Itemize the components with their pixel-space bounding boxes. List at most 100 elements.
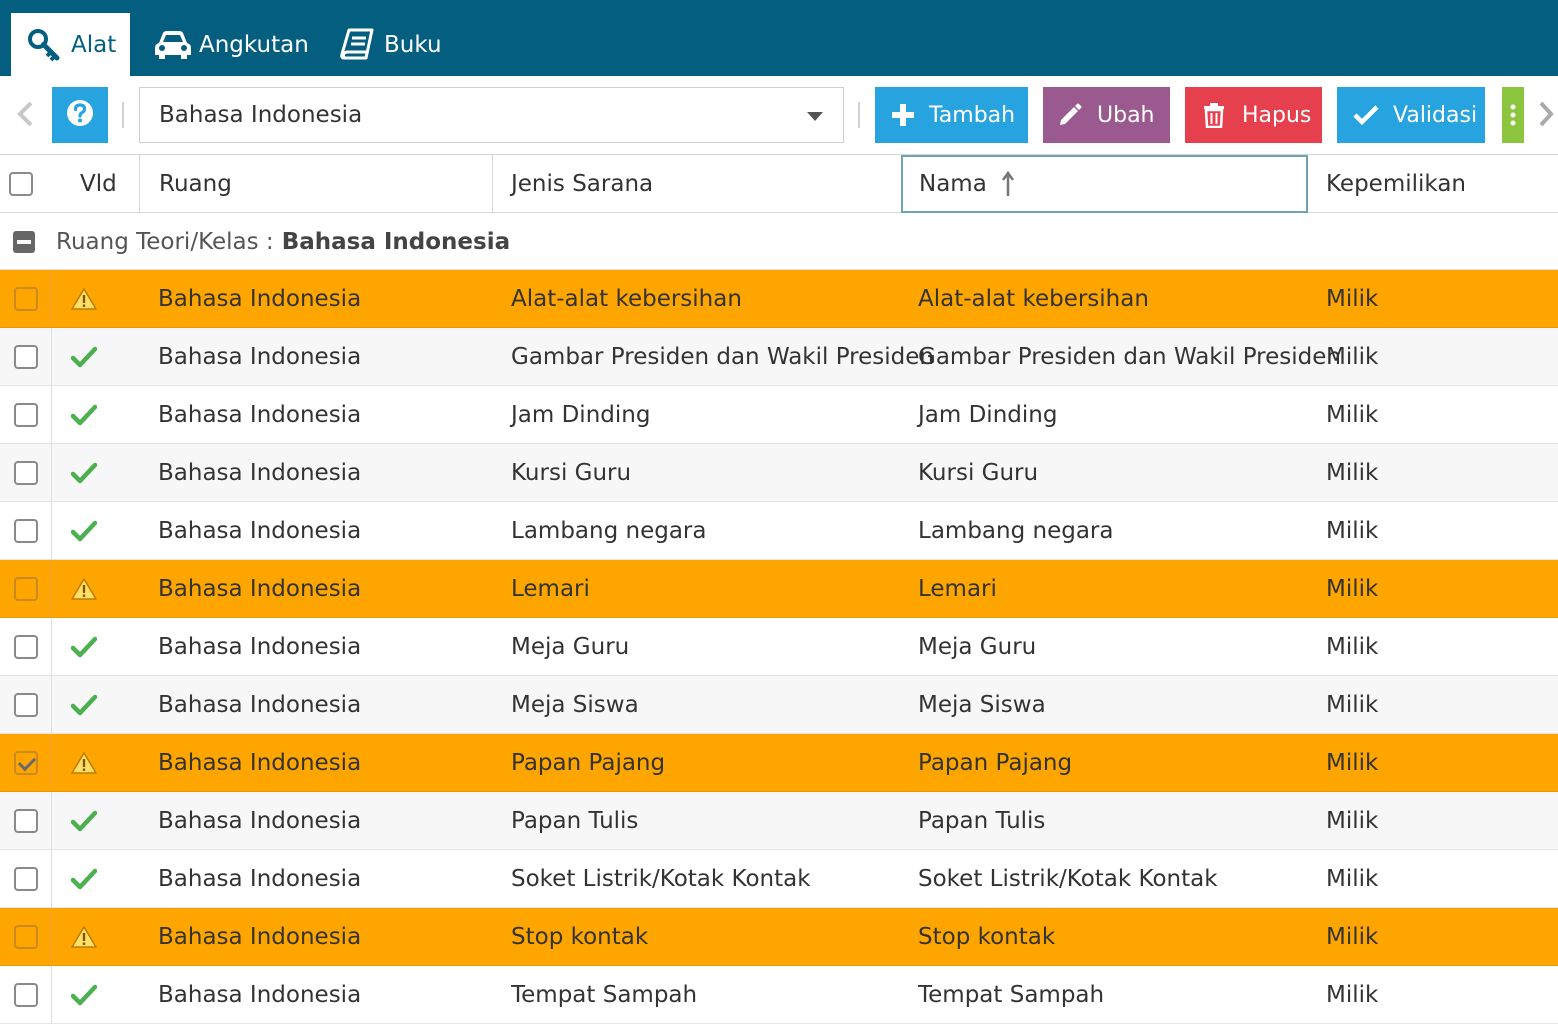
group-row[interactable]: Ruang Teori/Kelas : Bahasa Indonesia: [0, 213, 1558, 270]
toolbar-divider: [858, 102, 860, 128]
row-checkbox[interactable]: [13, 286, 38, 311]
vertical-dots-icon: [1510, 104, 1516, 126]
row-checkbox[interactable]: [13, 808, 38, 833]
hapus-button[interactable]: Hapus: [1185, 87, 1322, 143]
tab-angkutan[interactable]: Angkutan: [153, 13, 313, 76]
cell-kepemilikan: Milik: [1326, 981, 1379, 1008]
car-icon: [153, 29, 193, 61]
row-checkbox[interactable]: [13, 924, 38, 949]
row-checkbox[interactable]: [13, 634, 38, 659]
valid-check-icon: [62, 792, 106, 849]
table-row[interactable]: Bahasa Indonesia Alat-alat kebersihan Alat…: [0, 270, 1558, 328]
table-row[interactable]: Bahasa Indonesia Stop kontak Stop kontak Mi…: [0, 908, 1558, 966]
row-select-cell[interactable]: [0, 792, 52, 849]
table-row[interactable]: Bahasa Indonesia Papan Tulis Papan Tulis Mi…: [0, 792, 1558, 850]
row-checkbox[interactable]: [13, 750, 38, 775]
group-label-text: Ruang Teori/Kelas :: [56, 228, 274, 255]
tab-angkutan-label: Angkutan: [199, 31, 309, 58]
table-row[interactable]: Bahasa Indonesia Jam Dinding Jam Dinding Mi…: [0, 386, 1558, 444]
valid-check-icon: [62, 966, 106, 1023]
table-row[interactable]: Bahasa Indonesia Meja Guru Meja Guru Milik: [0, 618, 1558, 676]
table-row[interactable]: Bahasa Indonesia Gambar Presiden dan Waki…: [0, 328, 1558, 386]
row-checkbox[interactable]: [13, 982, 38, 1007]
warning-icon: [62, 270, 106, 327]
row-select-cell[interactable]: [0, 676, 52, 733]
cell-nama: Meja Siswa: [918, 691, 1046, 718]
row-checkbox[interactable]: [13, 460, 38, 485]
cell-jenis-sarana: Meja Guru: [511, 633, 630, 660]
header-kepemilikan[interactable]: Kepemilikan: [1326, 155, 1558, 212]
row-checkbox[interactable]: [13, 576, 38, 601]
select-all-checkbox[interactable]: [9, 155, 39, 212]
header-jenis-sarana[interactable]: Jenis Sarana: [492, 155, 901, 212]
table-row[interactable]: Bahasa Indonesia Papan Pajang Papan Pajang…: [0, 734, 1558, 792]
cell-nama: Lambang negara: [918, 517, 1114, 544]
plus-icon: [891, 103, 915, 127]
ubah-button[interactable]: Ubah: [1043, 87, 1170, 143]
ruang-select[interactable]: Bahasa Indonesia: [139, 87, 844, 143]
caret-down-icon: [807, 112, 823, 121]
trash-icon: [1202, 102, 1226, 128]
scroll-left-button[interactable]: [10, 96, 40, 136]
row-select-cell[interactable]: [0, 618, 52, 675]
cell-nama: Meja Guru: [918, 633, 1037, 660]
cell-kepemilikan: Milik: [1326, 575, 1379, 602]
ubah-button-label: Ubah: [1097, 102, 1155, 128]
row-checkbox[interactable]: [13, 402, 38, 427]
header-nama[interactable]: Nama: [901, 155, 1308, 213]
valid-check-icon: [62, 676, 106, 733]
warning-icon: [62, 734, 106, 791]
header-vld[interactable]: Vld: [80, 155, 138, 212]
cell-jenis-sarana: Lemari: [511, 575, 590, 602]
cell-jenis-sarana: Papan Pajang: [511, 749, 666, 776]
hapus-button-label: Hapus: [1242, 102, 1312, 128]
table-row[interactable]: Bahasa Indonesia Tempat Sampah Tempat Samp…: [0, 966, 1558, 1024]
tab-alat[interactable]: Alat: [11, 13, 130, 76]
row-checkbox[interactable]: [13, 518, 38, 543]
row-select-cell[interactable]: [0, 502, 52, 559]
tambah-button[interactable]: Tambah: [875, 87, 1028, 143]
valid-check-icon: [62, 502, 106, 559]
row-checkbox[interactable]: [13, 866, 38, 891]
help-button[interactable]: [52, 87, 108, 143]
table-row[interactable]: Bahasa Indonesia Soket Listrik/Kotak Kont…: [0, 850, 1558, 908]
cell-ruang: Bahasa Indonesia: [158, 575, 362, 602]
cell-ruang: Bahasa Indonesia: [158, 517, 362, 544]
cell-kepemilikan: Milik: [1326, 923, 1379, 950]
table-row[interactable]: Bahasa Indonesia Kursi Guru Kursi Guru Mili…: [0, 444, 1558, 502]
validasi-button[interactable]: Validasi: [1337, 87, 1485, 143]
cell-kepemilikan: Milik: [1326, 285, 1379, 312]
row-select-cell[interactable]: [0, 908, 52, 965]
cell-kepemilikan: Milik: [1326, 633, 1379, 660]
row-checkbox[interactable]: [13, 344, 38, 369]
cell-kepemilikan: Milik: [1326, 517, 1379, 544]
cell-jenis-sarana: Tempat Sampah: [511, 981, 698, 1008]
row-select-cell[interactable]: [0, 966, 52, 1023]
table-row[interactable]: Bahasa Indonesia Lambang negara Lambang ne…: [0, 502, 1558, 560]
cell-ruang: Bahasa Indonesia: [158, 807, 362, 834]
row-select-cell[interactable]: [0, 270, 52, 327]
table-row[interactable]: Bahasa Indonesia Lemari Lemari Milik: [0, 560, 1558, 618]
row-select-cell[interactable]: [0, 850, 52, 907]
more-actions-button[interactable]: [1502, 87, 1524, 143]
checkbox[interactable]: [9, 171, 33, 196]
header-ruang[interactable]: Ruang: [139, 155, 493, 212]
row-select-cell[interactable]: [0, 444, 52, 501]
tab-buku[interactable]: Buku: [340, 13, 450, 76]
validasi-button-label: Validasi: [1393, 102, 1478, 128]
cell-ruang: Bahasa Indonesia: [158, 633, 362, 660]
cell-jenis-sarana: Jam Dinding: [511, 401, 651, 428]
cell-ruang: Bahasa Indonesia: [158, 981, 362, 1008]
collapse-group-icon[interactable]: [13, 231, 35, 253]
row-select-cell[interactable]: [0, 734, 52, 791]
tab-buku-label: Buku: [384, 31, 442, 58]
valid-check-icon: [62, 328, 106, 385]
table-row[interactable]: Bahasa Indonesia Meja Siswa Meja Siswa Mili…: [0, 676, 1558, 734]
row-select-cell[interactable]: [0, 386, 52, 443]
row-checkbox[interactable]: [13, 692, 38, 717]
scroll-right-button[interactable]: [1534, 96, 1558, 136]
row-select-cell[interactable]: [0, 328, 52, 385]
row-select-cell[interactable]: [0, 560, 52, 617]
valid-check-icon: [62, 444, 106, 501]
cell-jenis-sarana: Papan Tulis: [511, 807, 639, 834]
